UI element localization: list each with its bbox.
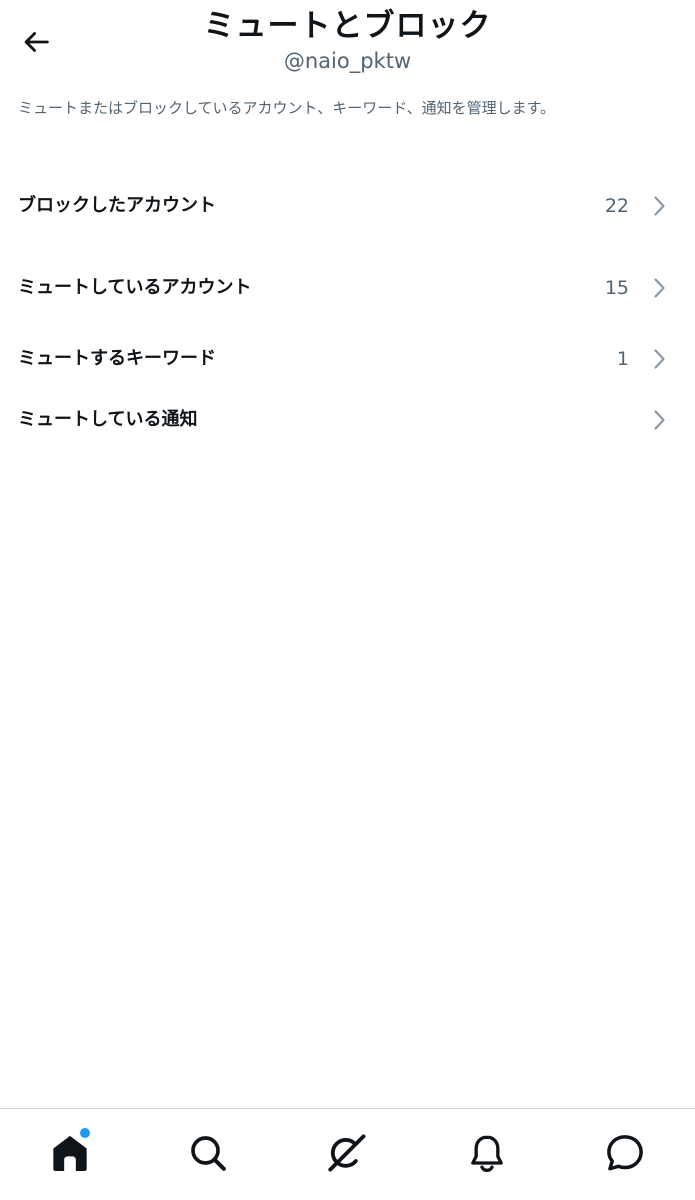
- tab-home[interactable]: [48, 1128, 92, 1175]
- bell-icon: [471, 1135, 503, 1173]
- row-label: ブロックしたアカウント: [18, 195, 216, 216]
- home-icon: [53, 1135, 87, 1171]
- chevron-right-icon: [654, 349, 665, 369]
- page-description: ミュートまたはブロックしているアカウント、キーワード、通知を管理します。: [18, 99, 556, 117]
- row-count: 22: [604, 195, 629, 217]
- account-handle: @naio_pktw: [283, 49, 412, 73]
- row-label: ミュートしているアカウント: [18, 277, 252, 298]
- tab-search[interactable]: [186, 1131, 230, 1175]
- bottom-tab-bar: [0, 1108, 695, 1200]
- grok-icon: [328, 1134, 366, 1172]
- row-label: ミュートするキーワード: [18, 348, 216, 369]
- tab-notifications[interactable]: [465, 1131, 509, 1175]
- notification-dot: [80, 1128, 90, 1138]
- tab-grok[interactable]: [324, 1131, 368, 1175]
- chevron-right-icon: [654, 196, 665, 216]
- row-label: ミュートしている通知: [18, 409, 198, 430]
- row-count: 1: [616, 348, 629, 370]
- muted-accounts-row[interactable]: ミュートしているアカウント 15: [0, 263, 695, 313]
- search-icon: [191, 1136, 226, 1171]
- row-count: 15: [604, 277, 629, 299]
- tab-messages[interactable]: [603, 1131, 647, 1175]
- messages-icon: [607, 1135, 643, 1171]
- muted-notifications-row[interactable]: ミュートしている通知: [0, 395, 695, 445]
- page-title: ミュートとブロック: [203, 8, 492, 44]
- chevron-right-icon: [654, 278, 665, 298]
- blocked-accounts-row[interactable]: ブロックしたアカウント 22: [0, 181, 695, 231]
- chevron-right-icon: [654, 410, 665, 430]
- muted-keywords-row[interactable]: ミュートするキーワード 1: [0, 334, 695, 384]
